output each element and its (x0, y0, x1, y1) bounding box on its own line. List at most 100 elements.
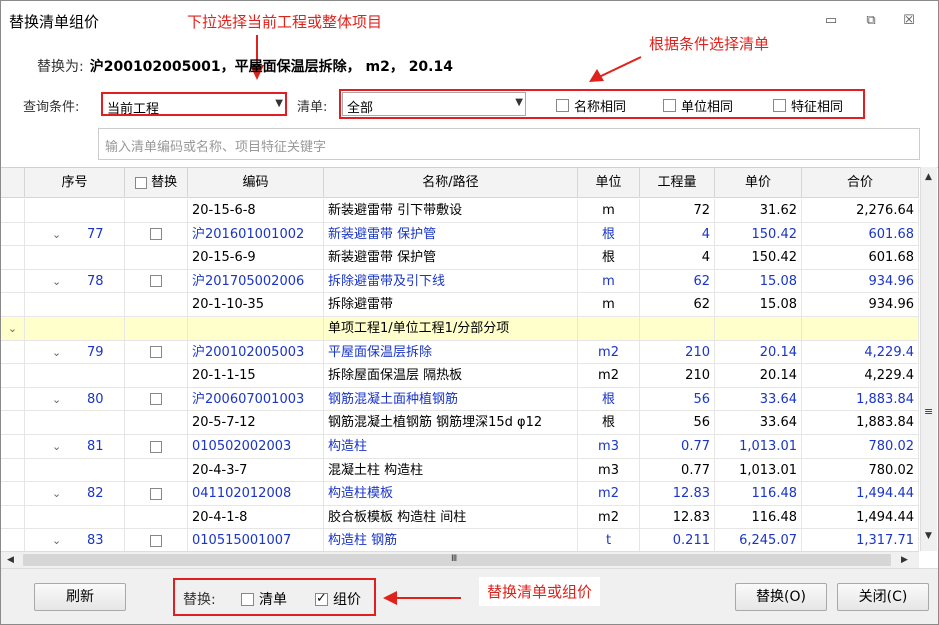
checkbox-icon[interactable] (134, 176, 147, 189)
cell-replace (125, 317, 188, 341)
table-row[interactable]: 20-4-1-8 胶合板模板 构造柱 间柱 m2 12.83 116.48 1,494.4… (1, 505, 919, 530)
checkbox-icon[interactable] (241, 592, 254, 606)
check-unit-same[interactable]: 单位相同 (663, 96, 733, 115)
close-button[interactable]: 关闭(C) (837, 583, 929, 611)
table-row[interactable]: 20-4-3-7 混凝土柱 构造柱 m3 0.77 1,013.01 780.02 (1, 458, 919, 483)
checkbox-icon[interactable] (150, 487, 162, 500)
chevron-down-icon[interactable]: ⌄ (8, 322, 17, 335)
scroll-grip-icon: Ⅲ (451, 554, 458, 564)
cell-code: 20-1-10-35 (188, 293, 324, 317)
table-row[interactable]: 20-1-10-35 拆除避雷带 m 62 15.08 934.96 (1, 293, 919, 317)
checkbox-icon[interactable] (150, 346, 162, 359)
query-label: 查询条件: (23, 100, 80, 115)
header-price[interactable]: 单价 (715, 168, 802, 198)
checkbox-icon[interactable] (150, 534, 162, 547)
table-row[interactable]: 20-15-6-9 新装避雷带 保护管根 4 150.42 601.68 (1, 246, 919, 270)
checkbox-icon[interactable] (773, 99, 786, 112)
annotation-top: 下拉选择当前工程或整体项目 (179, 7, 391, 36)
cell-replace (125, 505, 188, 530)
group-row[interactable]: ⌄ 单项工程1/单位工程1/分部分项 (1, 317, 919, 341)
close-icon[interactable]: ☒ (901, 13, 917, 29)
cell-unit: m (578, 269, 640, 294)
scroll-left-icon[interactable]: ◀ (7, 555, 14, 565)
chevron-down-icon[interactable]: ▼ (515, 97, 523, 108)
cell-seq: ⌄ 78 (25, 269, 125, 294)
header-name[interactable]: 名称/路径 (324, 168, 578, 198)
cell-replace (125, 340, 188, 365)
cell-replace (125, 246, 188, 270)
cell-price: 150.42 (715, 246, 802, 270)
table-row[interactable]: 20-1-1-15 拆除屋面保温层 隔热板 m2 210 20.14 4,229.4 (1, 364, 919, 388)
checkbox-icon[interactable] (150, 440, 162, 453)
cell-unit: m2 (578, 340, 640, 365)
row-gutter: ⌄ (1, 317, 25, 341)
search-input[interactable]: 输入清单编码或名称、项目特征关键字 (98, 128, 920, 160)
row-gutter (1, 246, 25, 270)
restore-icon[interactable]: ⧉ (863, 13, 879, 29)
header-unit[interactable]: 单位 (578, 168, 640, 198)
scroll-down-icon[interactable]: ▼ (925, 531, 932, 541)
checkbox-icon[interactable] (150, 393, 162, 406)
chevron-down-icon[interactable]: ⌄ (52, 341, 61, 364)
minimize-icon[interactable]: ▭ (823, 13, 839, 29)
table-row[interactable]: ⌄ 78 沪201705002006 拆除避雷带及引下线 m 62 15.08 934.96 (1, 269, 919, 294)
header-replace[interactable]: 替换 (125, 168, 188, 198)
replace-label: 替换: (183, 592, 216, 608)
header-qty[interactable]: 工程量 (640, 168, 715, 198)
row-gutter (1, 364, 25, 388)
cell-code: 041102012008 (188, 482, 324, 506)
chevron-down-icon[interactable]: ⌄ (52, 388, 61, 411)
refresh-button[interactable]: 刷新 (34, 583, 126, 611)
header-seq[interactable]: 序号 (25, 168, 125, 198)
chevron-down-icon[interactable]: ⌄ (52, 529, 61, 551)
checkbox-icon[interactable] (663, 99, 676, 112)
chevron-down-icon[interactable]: ⌄ (52, 270, 61, 293)
cell-total: 4,229.4 (802, 364, 919, 388)
table-row[interactable]: ⌄ 83 010515001007 构造柱 钢筋 t 0.211 6,245.07 1,317… (1, 529, 919, 551)
checkbox-icon[interactable] (150, 275, 162, 288)
cell-price: 116.48 (715, 505, 802, 530)
check-feature-same[interactable]: 特征相同 (773, 96, 843, 115)
checkbox-checked-icon[interactable] (315, 591, 328, 606)
cell-name: 新装避雷带 保护管 (324, 222, 578, 247)
cell-price: 20.14 (715, 364, 802, 388)
row-seq: 80 (87, 391, 104, 407)
cell-total: 4,229.4 (802, 340, 919, 365)
table-row[interactable]: ⌄ 77 沪201601001002 新装避雷带 保护管根 4 150.42 601.68 (1, 222, 919, 247)
option-price[interactable]: 组价 (315, 589, 361, 609)
list-dropdown[interactable]: 全部 ▼ (342, 92, 526, 116)
chevron-down-icon[interactable]: ▼ (275, 98, 283, 109)
chevron-down-icon[interactable]: ⌄ (52, 223, 61, 246)
check-name-same[interactable]: 名称相同 (556, 96, 626, 115)
table-row[interactable]: ⌄ 81 010502002003 构造柱 m3 0.77 1,013.01 780.02 (1, 435, 919, 459)
cell-code: 20-1-1-15 (188, 364, 324, 388)
header-total[interactable]: 合价 (802, 168, 919, 198)
cell-unit: 根 (578, 387, 640, 412)
dialog-title: 替换清单组价 (9, 13, 100, 31)
vertical-scrollbar[interactable]: ▲ ≡ ▼ (920, 167, 937, 551)
query-row: 查询条件: 当前工程 ▼ 清单: 全部 ▼ 名称相同 单位相同 特征相同 (1, 89, 938, 119)
cell-replace (125, 293, 188, 317)
table-row[interactable]: ⌄ 82 041102012008 构造柱模板 m2 12.83 116.48 1,494.4… (1, 482, 919, 506)
scope-dropdown[interactable]: 当前工程 ▼ (101, 92, 287, 117)
replace-button[interactable]: 替换(O) (735, 583, 827, 611)
checkbox-icon[interactable] (150, 228, 162, 241)
row-gutter (1, 222, 25, 247)
checkbox-icon[interactable] (556, 99, 569, 112)
table-row[interactable]: 20-5-7-12 钢筋混凝土植钢筋 钢筋埋深15d φ12 根 56 33.64 1,8… (1, 411, 919, 435)
cell-qty: 62 (640, 269, 715, 294)
scroll-right-icon[interactable]: ▶ (901, 555, 908, 565)
table-row[interactable]: ⌄ 80 沪200607001003 钢筋混凝土面种植钢筋根 56 33.64 1,883.… (1, 387, 919, 412)
table-row[interactable]: ⌄ 79 沪200102005003 平屋面保温层拆除 m2 210 20.14 4,229.… (1, 340, 919, 365)
scroll-grip-icon[interactable]: ≡ (924, 405, 933, 418)
replace-dialog: 替换清单组价 ▭ ⧉ ☒ 下拉选择当前工程或整体项目 根据条件选择清单 替换为:… (0, 0, 939, 625)
cell-name: 新装避雷带 引下带敷设 (324, 199, 578, 223)
chevron-down-icon[interactable]: ⌄ (52, 435, 61, 458)
table-row[interactable]: 20-15-6-8 新装避雷带 引下带敷设 m 72 31.62 2,276.64 (1, 199, 919, 223)
scroll-up-icon[interactable]: ▲ (925, 172, 932, 182)
horizontal-scrollbar[interactable]: ◀ Ⅲ ▶ (1, 551, 919, 568)
option-list[interactable]: 清单 (241, 589, 287, 609)
cell-seq (25, 411, 125, 435)
header-code[interactable]: 编码 (188, 168, 324, 198)
chevron-down-icon[interactable]: ⌄ (52, 482, 61, 505)
